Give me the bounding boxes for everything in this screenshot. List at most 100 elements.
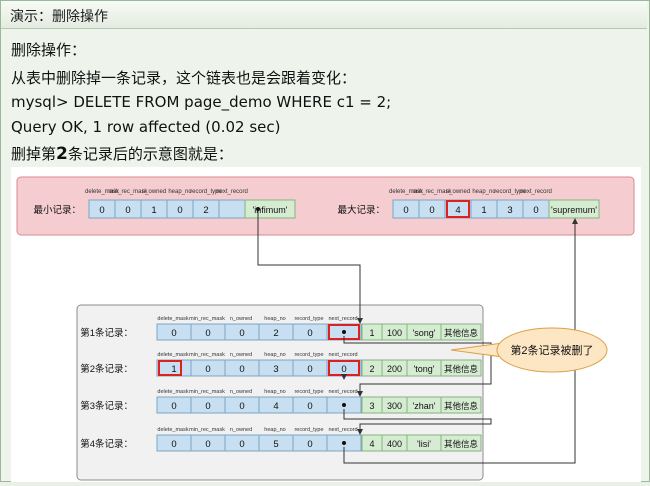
record-1-next-pointer-dot: [342, 330, 346, 334]
max-record-header-next_record: next_record: [520, 189, 552, 195]
record-2-value-5: 0: [341, 364, 346, 375]
record-2-value-0: 1: [171, 364, 176, 375]
record-4-other: 其他信息: [444, 439, 479, 449]
min-record-header-n_owned: n_owned: [142, 189, 166, 195]
record-1-other: 其他信息: [444, 328, 479, 338]
caption-num: 2: [56, 144, 68, 164]
record-1-data-0: 1: [369, 328, 374, 338]
record-1-value-3: 2: [273, 328, 278, 339]
record-2-label: 第2条记录：: [80, 363, 133, 375]
record-2-header-next_record: next_record: [328, 352, 357, 358]
record-2-data-0: 2: [369, 364, 374, 374]
record-4-value-2: 0: [239, 439, 244, 450]
caption-post: 条记录后的示意图就是：: [67, 145, 233, 163]
title-bar: 演示：删除操作: [1, 1, 647, 29]
record-4-value-1: 0: [205, 439, 210, 450]
max-record-value-0: 0: [403, 205, 408, 216]
record-2-value-3: 3: [273, 364, 278, 375]
record-4-data-1: 400: [387, 439, 402, 449]
record-4-value-0: 0: [171, 439, 176, 450]
record-1-header-n_owned: n_owned: [230, 316, 252, 322]
max-record-name: 'supremum': [551, 205, 597, 215]
record-2-header-delete_mask: delete_mask: [157, 352, 188, 358]
record-3-next-pointer-dot: [342, 403, 346, 407]
record-4-value-4: 0: [307, 439, 312, 450]
sql-line: mysql> DELETE FROM page_demo WHERE c1 = …: [11, 93, 392, 111]
record-3-value-0: 0: [171, 401, 176, 412]
record-4-header-next_record: next_record: [328, 427, 357, 433]
max-record-label: 最大记录：: [337, 204, 385, 216]
record-1-value-1: 0: [205, 328, 210, 339]
min-record-value-3: 0: [177, 205, 182, 216]
record-3-data-0: 3: [369, 401, 374, 411]
record-1-header-delete_mask: delete_mask: [157, 316, 188, 322]
max-record-header-n_owned: n_owned: [446, 189, 470, 195]
record-2-value-2: 0: [239, 364, 244, 375]
record-2-header-min_rec_mask: min_rec_mask: [189, 352, 225, 358]
result-line: Query OK, 1 row affected (0.02 sec): [11, 118, 281, 136]
record-2-data-1: 200: [387, 364, 402, 374]
max-record-value-3: 1: [481, 205, 486, 216]
record-1-value-2: 0: [239, 328, 244, 339]
record-1-header-next_record: next_record: [328, 316, 357, 322]
record-3-value-1: 0: [205, 401, 210, 412]
record-4-next-pointer-dot: [342, 441, 346, 445]
record-4-data-2: 'lisi': [417, 439, 431, 449]
record-3-header-delete_mask: delete_mask: [157, 389, 188, 395]
record-3-value-3: 4: [273, 401, 278, 412]
caption-line: 删掉第2条记录后的示意图就是：: [11, 143, 233, 164]
record-4-header-min_rec_mask: min_rec_mask: [189, 427, 225, 433]
record-2-header-n_owned: n_owned: [230, 352, 252, 358]
max-record-value-1: 0: [429, 205, 434, 216]
record-3-header-next_record: next_record: [328, 389, 357, 395]
min-record-value-4: 2: [203, 205, 208, 216]
caption-pre: 删掉第: [11, 145, 57, 163]
record-1-data-2: 'song': [413, 328, 436, 338]
record-2-value-4: 0: [307, 364, 312, 375]
record-3-header-heap_no: heap_no: [264, 389, 285, 395]
record-3-data-1: 300: [387, 401, 402, 411]
window-title: 演示：删除操作: [10, 9, 108, 25]
record-3-header-min_rec_mask: min_rec_mask: [189, 389, 225, 395]
record-2-header-record_type: record_type: [294, 352, 323, 358]
record-1-header-min_rec_mask: min_rec_mask: [189, 316, 225, 322]
record-3-data-2: 'zhan': [413, 401, 436, 411]
max-record-value-4: 3: [507, 205, 512, 216]
record-4-header-record_type: record_type: [294, 427, 323, 433]
record-3-label: 第3条记录：: [80, 400, 133, 412]
min-record-cell-5: [218, 199, 246, 219]
max-record-value-5: 0: [533, 205, 538, 216]
record-4-header-heap_no: heap_no: [264, 427, 285, 433]
record-1-data-1: 100: [387, 328, 402, 338]
callout-text: 第2条记录被删了: [510, 343, 593, 357]
record-1-header-record_type: record_type: [294, 316, 323, 322]
record-1-header-heap_no: heap_no: [264, 316, 285, 322]
record-2-data-2: 'tong': [414, 364, 435, 374]
heading-line: 删除操作：: [11, 41, 87, 59]
record-1-label: 第1条记录：: [80, 327, 133, 339]
min-record-next-pointer-dot: [256, 207, 260, 211]
record-3-header-record_type: record_type: [294, 389, 323, 395]
record-1-value-0: 0: [171, 328, 176, 339]
min-record-value-0: 0: [99, 205, 104, 216]
record-3-value-2: 0: [239, 401, 244, 412]
min-record-value-2: 1: [151, 205, 156, 216]
max-record-value-2: 4: [455, 205, 460, 216]
record-1-value-4: 0: [307, 328, 312, 339]
record-4-value-3: 5: [273, 439, 278, 450]
min-record-value-1: 0: [125, 205, 130, 216]
record-4-label: 第4条记录：: [80, 438, 133, 450]
record-2-header-heap_no: heap_no: [264, 352, 285, 358]
record-3-other: 其他信息: [444, 401, 479, 411]
record-2-value-1: 0: [205, 364, 210, 375]
record-list-diagram: delete_mask min_rec_mask n_owned heap_no rec…: [11, 167, 641, 482]
record-2-other: 其他信息: [444, 364, 479, 374]
max-record-header-heap_no: heap_no: [472, 189, 496, 195]
record-4-header-delete_mask: delete_mask: [157, 427, 188, 433]
min-record-label: 最小记录：: [33, 204, 81, 216]
record-3-header-n_owned: n_owned: [230, 389, 252, 395]
min-record-header-next_record: next_record: [216, 189, 248, 195]
record-4-header-n_owned: n_owned: [230, 427, 252, 433]
record-3-value-4: 0: [307, 401, 312, 412]
description-line: 从表中删除掉一条记录，这个链表也是会跟着变化：: [11, 69, 357, 87]
